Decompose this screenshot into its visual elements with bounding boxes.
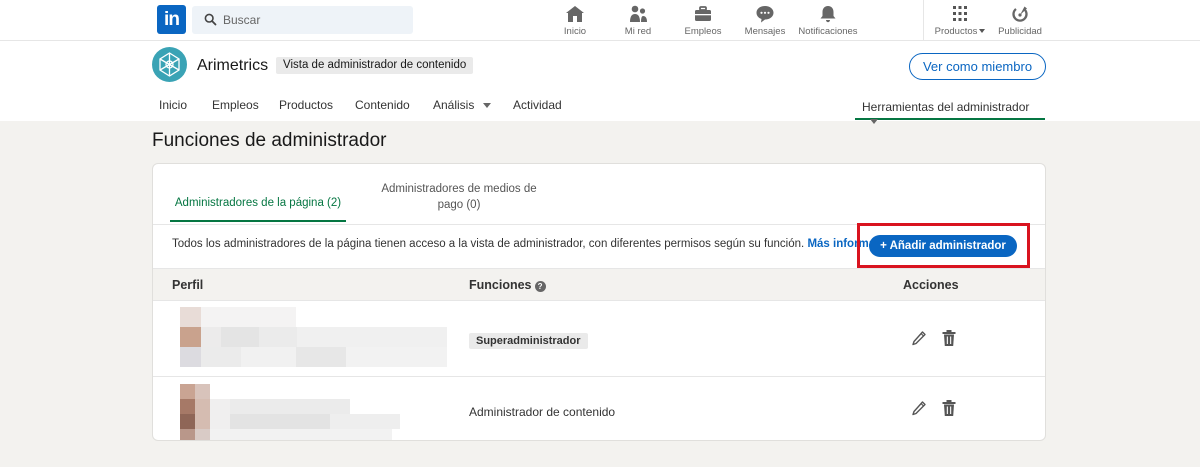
linkedin-logo[interactable]: in xyxy=(157,5,186,34)
edit-pencil-icon[interactable] xyxy=(911,400,927,418)
nav-home[interactable]: Inicio xyxy=(557,5,593,37)
subnav-home[interactable]: Inicio xyxy=(159,98,187,112)
header-profile: Perfil xyxy=(172,278,204,292)
admin-tools-menu[interactable]: Herramientas del administrador xyxy=(855,96,1045,125)
nav-advertising[interactable]: Publicidad xyxy=(997,5,1043,37)
admin-view-badge: Vista de administrador de contenido xyxy=(276,57,474,74)
subnav-content[interactable]: Contenido xyxy=(355,98,410,112)
trash-icon[interactable] xyxy=(941,399,957,417)
subnav-products[interactable]: Productos xyxy=(279,98,333,112)
edit-pencil-icon[interactable] xyxy=(911,330,927,348)
company-name: Arimetrics xyxy=(197,57,269,74)
admins-info-text: Todos los administradores de la página t… xyxy=(172,238,899,250)
view-as-member-button[interactable]: Ver como miembro xyxy=(909,53,1046,80)
briefcase-icon xyxy=(695,6,711,21)
subnav-jobs[interactable]: Empleos xyxy=(212,98,259,112)
subnav-analytics[interactable]: Análisis xyxy=(433,98,492,112)
network-icon xyxy=(630,5,647,22)
nav-divider xyxy=(923,0,924,41)
chevron-down-icon xyxy=(870,119,878,125)
role-label: Administrador de contenido xyxy=(469,405,616,419)
header-roles: Funciones? xyxy=(469,278,546,292)
nav-advertising-label: Publicidad xyxy=(998,26,1042,37)
chevron-down-icon xyxy=(979,29,986,34)
company-logo[interactable] xyxy=(152,47,187,82)
tab-paid-media-admins-line2: pago (0) xyxy=(437,199,481,211)
header-actions: Acciones xyxy=(903,278,959,292)
nav-messages-label: Mensajes xyxy=(744,26,786,37)
admin-roles-card: Administradores de la página (2) Adminis… xyxy=(152,163,1046,441)
table-row: Administrador de contenido xyxy=(153,378,1045,440)
role-badge: Superadministrador xyxy=(469,333,588,349)
subnav-activity[interactable]: Actividad xyxy=(513,98,562,112)
search-input[interactable] xyxy=(223,6,403,34)
nav-products[interactable]: Productos xyxy=(932,5,988,37)
global-nav: in Inicio Mi red Empleos xyxy=(0,0,1200,41)
company-logo-mark xyxy=(159,52,180,77)
highlight-box xyxy=(857,223,1030,268)
tab-paid-media-admins[interactable]: Administradores de medios de pago (0) xyxy=(374,181,544,213)
messages-icon xyxy=(756,6,774,23)
nav-messages[interactable]: Mensajes xyxy=(743,5,787,37)
grid-icon xyxy=(953,6,967,21)
blurred-profile xyxy=(180,307,447,367)
nav-products-label: Productos xyxy=(934,26,978,37)
admins-info-description: Todos los administradores de la página t… xyxy=(172,238,805,250)
nav-notifications-label: Notificaciones xyxy=(798,26,858,37)
chevron-down-icon xyxy=(483,103,492,109)
nav-jobs-label: Empleos xyxy=(684,26,722,37)
table-header: Perfil Funciones? Acciones xyxy=(153,268,1045,301)
advertising-icon xyxy=(1012,6,1028,22)
admin-tools-label: Herramientas del administrador xyxy=(862,100,1030,114)
search-box[interactable] xyxy=(192,6,413,34)
table-row: Superadministrador xyxy=(153,302,1045,377)
trash-icon[interactable] xyxy=(941,329,957,347)
header-roles-label: Funciones xyxy=(469,278,532,292)
nav-network-label: Mi red xyxy=(624,26,652,37)
nav-network[interactable]: Mi red xyxy=(620,5,656,37)
page-title: Funciones de administrador xyxy=(152,130,387,151)
help-icon[interactable]: ? xyxy=(534,281,546,292)
home-icon xyxy=(566,6,584,22)
nav-home-label: Inicio xyxy=(563,26,587,37)
nav-notifications[interactable]: Notificaciones xyxy=(797,5,859,37)
search-icon xyxy=(204,13,217,26)
nav-jobs[interactable]: Empleos xyxy=(681,5,725,37)
blurred-profile xyxy=(180,384,400,440)
tab-page-admins[interactable]: Administradores de la página (2) xyxy=(170,197,346,222)
tab-paid-media-admins-line1: Administradores de medios de xyxy=(381,183,537,195)
subnav-analytics-label: Análisis xyxy=(433,98,475,112)
bell-icon xyxy=(820,6,836,23)
